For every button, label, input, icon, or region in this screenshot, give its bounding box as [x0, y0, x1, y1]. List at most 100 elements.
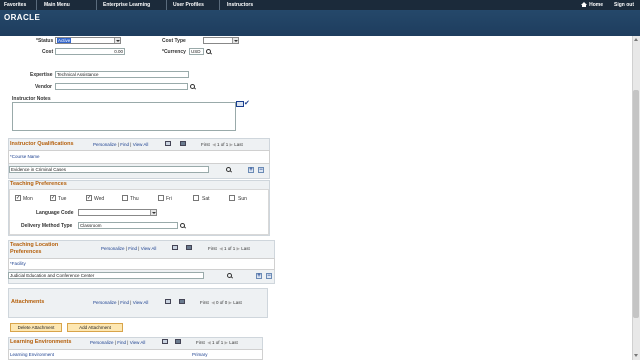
nav-separator: | — [117, 142, 119, 147]
expertise-input[interactable]: Technical Assistance — [55, 71, 189, 78]
view-all-link[interactable]: View All — [130, 340, 146, 345]
course-name-column: *Course Name — [10, 154, 40, 159]
day-label: Wed — [94, 196, 105, 202]
cost-input[interactable]: 0.00 — [55, 48, 125, 55]
personalize-link[interactable]: Personalize — [93, 300, 117, 305]
first-link[interactable]: First — [196, 340, 205, 345]
zoom-grid-icon[interactable] — [162, 339, 168, 344]
personalize-link[interactable]: Personalize — [101, 246, 125, 251]
expand-notes-icon[interactable] — [236, 101, 244, 107]
day-checkbox[interactable]: ✓ — [50, 195, 56, 201]
delivery-method-label: Delivery Method Type — [21, 223, 73, 229]
facility-input[interactable]: Judicial Education and Conference Center — [8, 272, 204, 279]
vendor-label: Vendor — [35, 84, 52, 90]
add-attachment-button[interactable]: Add Attachment — [67, 323, 123, 332]
facility-lookup-icon[interactable] — [227, 273, 233, 279]
main-menu[interactable]: Main Menu — [44, 2, 70, 8]
day-label: Sun — [238, 196, 247, 202]
cost-type-select[interactable] — [203, 37, 239, 44]
course-lookup-icon[interactable] — [226, 167, 232, 173]
course-name-input[interactable]: Evidence in Criminal Cases — [9, 166, 209, 173]
first-link[interactable]: First — [200, 300, 209, 305]
delivery-method-input[interactable]: Classroom — [78, 222, 178, 229]
day-checkbox[interactable]: ✓ — [86, 195, 92, 201]
currency-lookup-icon[interactable] — [206, 49, 212, 55]
view-all-link[interactable]: View All — [141, 246, 157, 251]
day-checkbox[interactable] — [122, 195, 128, 201]
last-link[interactable]: Last — [229, 340, 238, 345]
home-link[interactable]: Home — [581, 2, 603, 8]
first-link[interactable]: First — [201, 142, 210, 147]
next-icon: ▶ — [229, 142, 233, 147]
delete-attachment-button[interactable]: Delete Attachment — [10, 323, 62, 332]
scroll-up-icon[interactable] — [634, 38, 638, 41]
environments-pagination: First ◀ 1 of 1 ▶ Last — [196, 340, 238, 346]
download-grid-icon[interactable] — [186, 245, 192, 250]
zoom-grid-icon[interactable] — [165, 141, 171, 146]
cost-type-label: Cost Type — [162, 38, 186, 44]
prev-icon: ◀ — [207, 340, 211, 345]
location-grid-header — [8, 258, 275, 270]
nav-separator — [96, 0, 97, 10]
delete-row-button[interactable]: − — [258, 167, 264, 173]
view-all-link[interactable]: View All — [133, 142, 149, 147]
download-grid-icon[interactable] — [180, 141, 186, 146]
add-row-button[interactable]: + — [256, 273, 262, 279]
status-select[interactable]: Active — [55, 37, 121, 44]
scroll-down-icon[interactable] — [634, 354, 638, 357]
vendor-input[interactable] — [55, 83, 188, 90]
instructor-notes-textarea[interactable] — [12, 102, 236, 131]
facility-column: *Facility — [10, 261, 26, 266]
instructor-qualifications-title: Instructor Qualifications — [10, 141, 74, 147]
qualifications-grid-nav: Personalize | Find | View All — [93, 142, 148, 147]
add-row-button[interactable]: + — [248, 167, 254, 173]
nav-separator: | — [125, 246, 127, 251]
day-checkbox[interactable]: ✓ — [15, 195, 21, 201]
scroll-thumb[interactable] — [633, 90, 639, 318]
language-code-select[interactable] — [78, 209, 157, 216]
qualifications-pagination: First ◀ 1 of 1 ▶ Last — [201, 142, 243, 148]
spell-check-icon[interactable]: ✔ — [244, 100, 250, 107]
download-grid-icon[interactable] — [179, 299, 185, 304]
prev-icon: ◀ — [219, 246, 223, 251]
status-label: *Status — [36, 38, 54, 44]
last-link[interactable]: Last — [233, 300, 242, 305]
nav-separator: | — [130, 300, 132, 305]
delete-row-button[interactable]: − — [266, 273, 272, 279]
sign-out-link[interactable]: Sign out — [614, 2, 634, 8]
last-link[interactable]: Last — [241, 246, 250, 251]
nav-separator: | — [138, 246, 140, 251]
currency-input[interactable]: USD — [189, 48, 204, 55]
day-checkbox[interactable] — [193, 195, 199, 201]
day-label: Sat — [202, 196, 210, 202]
day-label: Mon — [23, 196, 33, 202]
learning-environment-column: Learning Environment — [10, 352, 55, 357]
personalize-link[interactable]: Personalize — [93, 142, 117, 147]
first-link[interactable]: First — [208, 246, 217, 251]
day-checkbox[interactable] — [158, 195, 164, 201]
day-checkbox[interactable] — [229, 195, 235, 201]
status-value: Active — [57, 38, 72, 43]
find-link[interactable]: Find — [128, 246, 137, 251]
favorites-menu[interactable]: Favorites — [4, 2, 26, 8]
find-link[interactable]: Find — [117, 340, 126, 345]
last-link[interactable]: Last — [234, 142, 243, 147]
zoom-grid-icon[interactable] — [165, 299, 171, 304]
personalize-link[interactable]: Personalize — [90, 340, 114, 345]
zoom-grid-icon[interactable] — [172, 245, 178, 250]
row-range: 1 of 1 — [224, 246, 236, 251]
delivery-lookup-icon[interactable] — [180, 223, 186, 229]
next-icon: ▶ — [228, 300, 232, 305]
download-grid-icon[interactable] — [175, 339, 181, 344]
header-banner — [0, 10, 640, 36]
find-link[interactable]: Find — [120, 300, 129, 305]
view-all-link[interactable]: View All — [133, 300, 149, 305]
vendor-lookup-icon[interactable] — [190, 84, 196, 90]
breadcrumb-user-profiles[interactable]: User Profiles — [173, 2, 204, 8]
environments-grid-nav: Personalize | Find | View All — [90, 340, 145, 345]
qualifications-grid-header — [8, 150, 270, 164]
day-label: Tue — [58, 196, 67, 202]
find-link[interactable]: Find — [120, 142, 129, 147]
language-code-label: Language Code — [36, 210, 74, 216]
breadcrumb-enterprise-learning[interactable]: Enterprise Learning — [103, 2, 150, 8]
